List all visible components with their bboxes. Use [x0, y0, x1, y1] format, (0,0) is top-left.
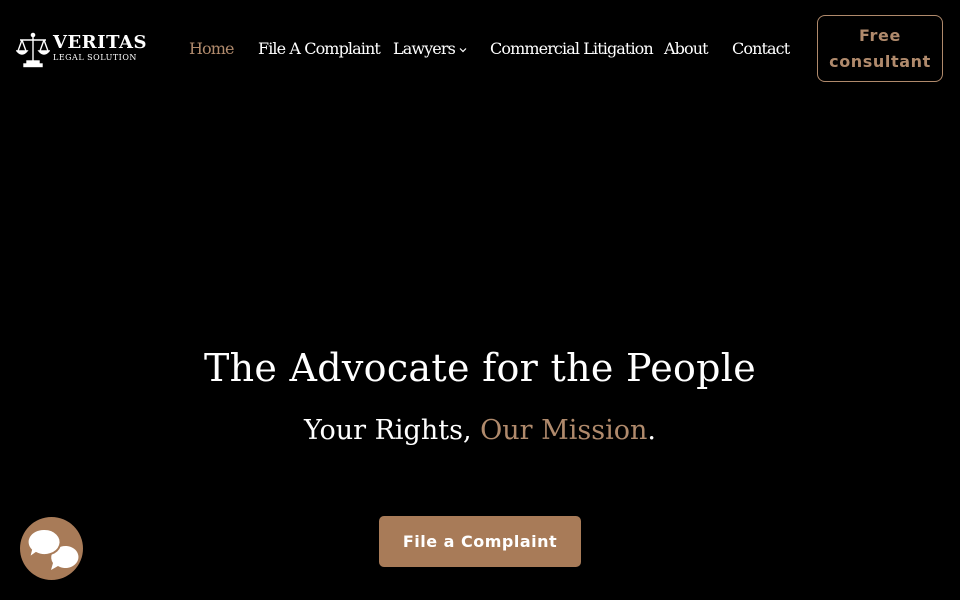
hero-subtitle-end: . — [647, 415, 656, 446]
nav-item-lawyers-label: Lawyers — [393, 39, 456, 58]
hero-title: The Advocate for the People — [203, 346, 757, 390]
nav-item-lawyers[interactable]: Lawyers — [393, 37, 467, 61]
free-consultant-line1: Free — [859, 26, 901, 45]
nav-item-about[interactable]: About — [664, 37, 709, 61]
hero-subtitle-lead: Your Rights, — [303, 415, 481, 446]
file-complaint-button[interactable]: File a Complaint — [379, 516, 581, 567]
chat-bubbles-icon — [26, 527, 79, 570]
nav-item-home[interactable]: Home — [189, 37, 235, 61]
free-consultant-button[interactable]: Free consultant — [817, 15, 943, 82]
nav-item-contact[interactable]: Contact — [732, 37, 790, 61]
nav-item-commercial-litigation[interactable]: Commercial Litigation — [490, 37, 654, 61]
brand-logo[interactable]: VERITAS LEGAL SOLUTION — [16, 32, 152, 68]
hero-subtitle: Your Rights, Our Mission. — [0, 412, 960, 450]
free-consultant-line2: consultant — [829, 52, 931, 71]
nav-item-file-complaint[interactable]: File A Complaint — [258, 37, 381, 61]
brand-name: VERITAS — [53, 32, 147, 53]
scales-of-justice-icon — [16, 32, 50, 68]
hero-subtitle-accent: Our Mission — [480, 415, 648, 446]
chat-button[interactable] — [20, 517, 83, 580]
chevron-down-icon — [459, 47, 467, 52]
brand-tagline: LEGAL SOLUTION — [53, 53, 137, 62]
